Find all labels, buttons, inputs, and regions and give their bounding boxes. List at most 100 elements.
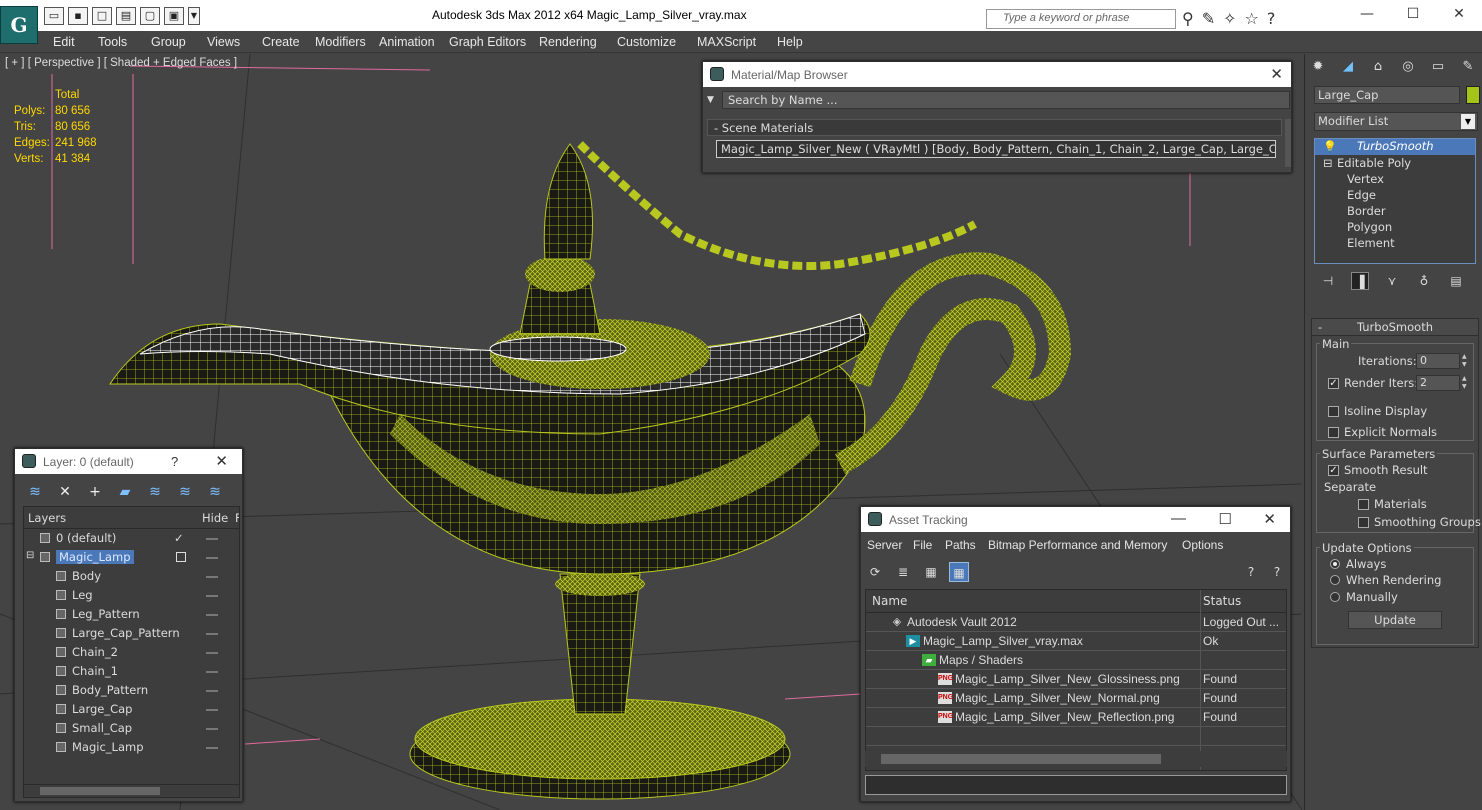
current-layer-check-icon[interactable]: ✓ [174,531,184,545]
collapse-icon[interactable]: ⊟ [1323,156,1333,170]
render-iters-checkbox[interactable]: ✓ [1328,378,1339,389]
stack-item-vertex[interactable]: Vertex [1347,172,1384,186]
table-view-icon[interactable]: ▦ [949,562,969,582]
communication-center-icon[interactable]: ✧ [1223,9,1236,28]
menu-views[interactable]: Views [207,35,240,49]
menu-maxscript[interactable]: MAXScript [697,35,756,49]
pin-stack-icon[interactable]: ⊣ [1319,272,1337,290]
show-end-result-icon[interactable]: ▐ [1351,272,1369,290]
scrollbar[interactable] [1285,119,1291,167]
stack-item-border[interactable]: Border [1347,204,1386,218]
layer-row[interactable]: Small_Cap [24,719,239,738]
hide-all-icon[interactable]: ≋ [175,482,195,502]
hide-toggle[interactable] [206,576,218,578]
hide-toggle[interactable] [206,538,218,540]
minimize-icon[interactable]: — [1344,0,1390,30]
menu-customize[interactable]: Customize [617,35,676,49]
chevron-down-icon[interactable]: ▼ [1461,114,1475,129]
collapse-icon[interactable]: ⊟ [26,550,34,561]
layer-row[interactable]: Large_Cap_Pattern [24,624,239,643]
select-objects-icon[interactable]: ▰ [115,482,135,502]
menu-bitmap-performance[interactable]: Bitmap Performance and Memory [988,538,1167,552]
scene-materials-section[interactable]: - Scene Materials [707,119,1282,136]
binoculars-icon[interactable]: ⚲ [1182,9,1194,28]
motion-tab-icon[interactable]: ◎ [1397,56,1419,78]
column-freeze[interactable]: F [235,511,239,525]
add-to-layer-icon[interactable]: + [85,482,105,502]
asset-path-field[interactable] [865,775,1287,795]
hold-icon[interactable]: ▤ [116,7,136,25]
help-icon[interactable]: ? [1241,562,1261,582]
horizontal-scrollbar[interactable] [23,784,240,798]
layer-row[interactable]: Body [24,567,239,586]
layer-row[interactable]: ⊟ Magic_Lamp [24,548,239,567]
menu-create[interactable]: Create [262,35,300,49]
close-icon[interactable]: ✕ [1270,65,1283,83]
project-icon[interactable]: ▣ [164,7,184,25]
configure-sets-icon[interactable]: ▤ [1447,272,1465,290]
spinner-arrows-icon[interactable]: ▲ ▼ [1462,375,1470,391]
scrollbar-thumb[interactable] [40,787,160,795]
make-unique-icon[interactable]: ⋎ [1383,272,1401,290]
smoothing-groups-checkbox[interactable] [1358,517,1369,528]
save-icon[interactable]: ▪ [68,7,88,25]
refresh-icon[interactable]: ⟳ [865,562,885,582]
dialog-titlebar[interactable]: Material/Map Browser ✕ [703,62,1291,87]
viewport-label[interactable]: [ + ] [ Perspective ] [ Shaded + Edged F… [5,57,237,69]
layer-row[interactable]: Chain_2 [24,643,239,662]
update-button[interactable]: Update [1348,611,1442,629]
smooth-result-checkbox[interactable]: ✓ [1328,465,1339,476]
make-current-box-icon[interactable] [176,552,186,562]
stack-item-edge[interactable]: Edge [1347,188,1376,202]
material-list-item[interactable]: Magic_Lamp_Silver_New ( VRayMtl ) [Body,… [716,140,1276,158]
hide-toggle[interactable] [206,595,218,597]
horizontal-scrollbar[interactable] [865,751,1287,767]
minimize-icon[interactable]: — [1171,510,1186,527]
close-icon[interactable]: ✕ [1263,510,1276,528]
hide-toggle[interactable] [206,747,218,749]
delete-layer-icon[interactable]: ✕ [55,482,75,502]
layer-row[interactable]: Body_Pattern [24,681,239,700]
layer-row[interactable]: 0 (default) ✓ [24,529,239,548]
render-iters-spinner[interactable]: 2 [1416,375,1460,391]
column-status[interactable]: Status [1203,594,1241,608]
menu-server[interactable]: Server [867,538,902,552]
menu-rendering[interactable]: Rendering [539,35,597,49]
create-layer-icon[interactable]: ≋ [25,482,45,502]
menu-paths[interactable]: Paths [945,538,976,552]
hierarchy-tab-icon[interactable]: ⌂ [1367,56,1389,78]
maximize-icon[interactable]: ☐ [1219,510,1232,528]
display-tab-icon[interactable]: ▭ [1427,56,1449,78]
table-row[interactable]: PNG Magic_Lamp_Silver_New_Glossiness.png F… [866,670,1286,689]
hide-toggle[interactable] [206,709,218,711]
dialog-titlebar[interactable]: Asset Tracking — ☐ ✕ [861,507,1290,532]
scrollbar-thumb[interactable] [881,754,1161,764]
utilities-tab-icon[interactable]: ✎ [1457,56,1479,78]
layer-row[interactable]: Large_Cap [24,700,239,719]
menu-file[interactable]: File [913,538,932,552]
layer-row[interactable]: Leg_Pattern [24,605,239,624]
explicit-normals-checkbox[interactable] [1328,427,1339,438]
remove-modifier-icon[interactable]: ♁ [1415,272,1433,290]
modifier-list-dropdown[interactable]: Modifier List ▼ [1314,112,1478,131]
qa-dropdown-icon[interactable]: ▼ [188,7,200,25]
hide-toggle[interactable] [206,671,218,673]
hide-toggle[interactable] [206,690,218,692]
layer-row[interactable]: Leg [24,586,239,605]
column-layers[interactable]: Layers [28,511,66,525]
isoline-display-checkbox[interactable] [1328,406,1339,417]
stack-item-element[interactable]: Element [1347,236,1395,250]
layer-row[interactable]: Chain_1 [24,662,239,681]
new-icon[interactable]: □ [92,7,112,25]
modify-tab-icon[interactable]: ◢ [1337,56,1359,78]
always-radio[interactable] [1330,559,1340,569]
object-name-field[interactable]: Large_Cap [1314,86,1460,104]
column-name[interactable]: Name [872,594,907,608]
menu-group[interactable]: Group [151,35,186,49]
highlight-layer-icon[interactable]: ≋ [145,482,165,502]
menu-help[interactable]: Help [777,35,803,49]
spinner-arrows-icon[interactable]: ▲ ▼ [1462,353,1470,369]
stack-item-turbosmooth[interactable]: TurboSmooth [1315,139,1475,155]
favorites-star-icon[interactable]: ☆ [1245,9,1259,28]
table-row[interactable]: PNG Magic_Lamp_Silver_New_Reflection.png F… [866,708,1286,727]
